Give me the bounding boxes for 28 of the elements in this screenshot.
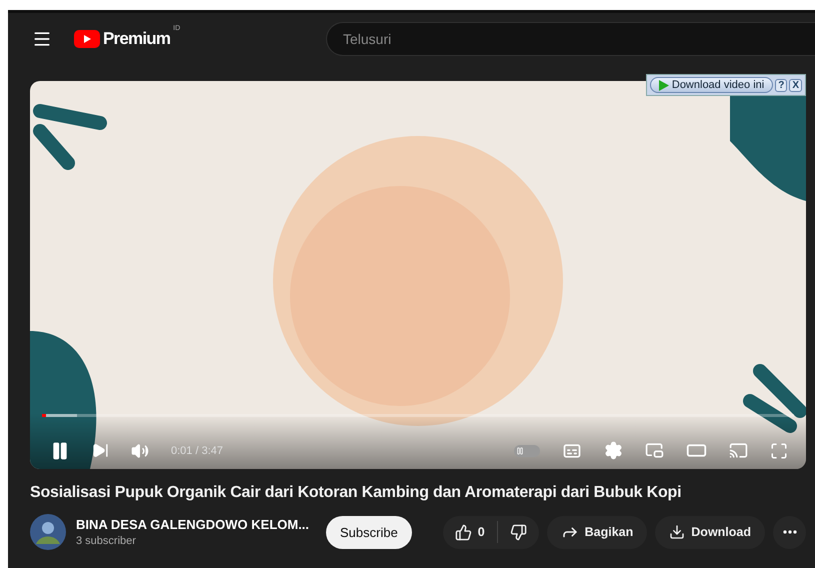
- play-icon: [658, 80, 669, 90]
- time-display: 0:01 / 3:47: [171, 444, 224, 456]
- download-video-button[interactable]: Download video ini: [650, 77, 774, 93]
- search-field[interactable]: Telusuri: [326, 22, 815, 56]
- logo-text: Premium: [103, 29, 170, 49]
- download-icon: [669, 524, 686, 540]
- video-title: Sosialisasi Pupuk Organik Cair dari Kotoran Kambing dan Aromaterapi dari Bubuk Kopi: [30, 484, 682, 502]
- settings-icon[interactable]: [604, 441, 623, 460]
- help-button[interactable]: ?: [775, 78, 788, 92]
- fullscreen-icon[interactable]: [770, 442, 788, 460]
- next-icon[interactable]: [92, 442, 109, 459]
- thumbs-down-icon: [510, 524, 527, 540]
- volume-icon[interactable]: [131, 442, 149, 460]
- like-button[interactable]: 0: [442, 516, 497, 548]
- pause-icon: [516, 446, 524, 454]
- more-icon: [782, 530, 796, 534]
- close-button[interactable]: X: [789, 78, 802, 92]
- channel-avatar[interactable]: [30, 514, 66, 550]
- cast-icon[interactable]: [729, 441, 748, 460]
- subscribe-button[interactable]: Subscribe: [326, 516, 412, 548]
- download-button[interactable]: Download: [655, 516, 765, 548]
- play-logo-icon: [74, 30, 100, 48]
- subscriber-count: 3 subscriber: [76, 535, 137, 547]
- channel-name[interactable]: BINA DESA GALENGDOWO KELOM...: [76, 517, 326, 532]
- more-button[interactable]: [773, 516, 806, 548]
- thumbs-up-icon: [454, 524, 472, 540]
- share-button[interactable]: Bagikan: [546, 516, 648, 548]
- miniplayer-icon[interactable]: [645, 441, 664, 460]
